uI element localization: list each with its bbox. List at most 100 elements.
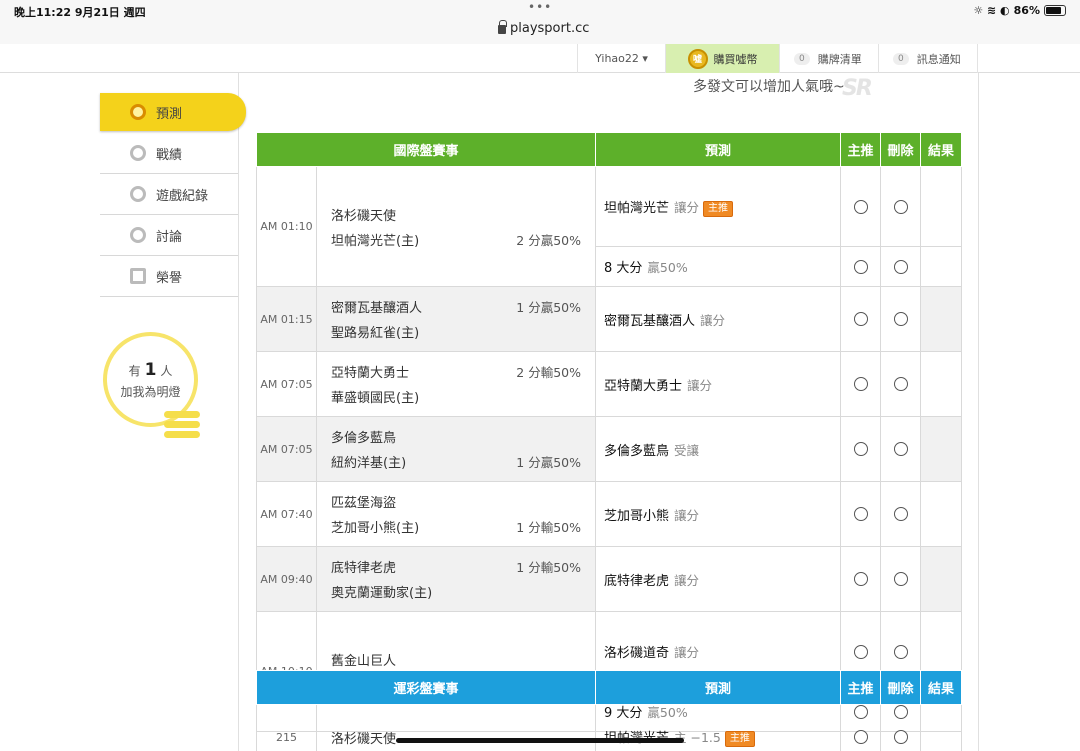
- team-line: 洛杉磯天使: [331, 725, 581, 750]
- team-name: 聖路易紅雀(主): [331, 326, 420, 341]
- messages-link[interactable]: 0 訊息通知: [878, 44, 978, 73]
- match-row: AM 07:40 匹茲堡海盜 芝加哥小熊(主) 1 分輸50% 芝加哥小熊 讓分: [256, 481, 963, 547]
- match-time: AM 01:15: [256, 286, 317, 352]
- delete-radio[interactable]: [893, 259, 908, 274]
- delete-radio[interactable]: [893, 507, 908, 521]
- prediction-cell: 芝加哥小熊 讓分: [595, 481, 842, 547]
- delete-radio[interactable]: [893, 442, 908, 456]
- main-pick-radio[interactable]: [853, 259, 868, 274]
- result-cell: [920, 546, 963, 612]
- handicap-result: 2 分輸50%: [516, 365, 582, 380]
- match-teams: 亞特蘭大勇士 2 分輸50% 華盛頓國民(主): [315, 351, 597, 417]
- main-pick-radio[interactable]: [853, 572, 868, 586]
- delete-cell: [880, 481, 922, 547]
- main-pick-radio[interactable]: [853, 507, 868, 521]
- main-pick-cell: [840, 351, 882, 417]
- match-row: 215 洛杉磯天使 坦帕灣光芒主 −1.5主推: [256, 704, 963, 751]
- delete-radio[interactable]: [893, 312, 908, 326]
- main-pick-radio[interactable]: [853, 377, 868, 391]
- team-line: 密爾瓦基釀酒人 1 分贏50%: [331, 294, 581, 319]
- star-icon: [130, 268, 146, 284]
- cart-link[interactable]: 0 購牌清單: [779, 44, 878, 73]
- handicap-result: 1 分贏50%: [516, 300, 582, 315]
- prediction-cell: 8 大分 贏50%: [595, 246, 842, 287]
- main-pick-radio[interactable]: [853, 199, 868, 214]
- prediction-pick: 芝加哥小熊: [604, 508, 670, 524]
- result-cell: [920, 481, 963, 547]
- sidebar-item-discuss[interactable]: 討論: [100, 215, 238, 256]
- team-name: 坦帕灣光芒(主): [331, 233, 420, 249]
- prediction-cell: 坦帕灣光芒主 −1.5主推: [595, 704, 842, 751]
- team-line: 洛杉磯天使: [331, 202, 581, 227]
- prediction-cell: 多倫多藍鳥 受讓: [595, 416, 842, 482]
- content-divider: [978, 73, 979, 751]
- delete-radio[interactable]: [893, 572, 908, 586]
- match-time: AM 09:40: [256, 546, 317, 612]
- delete-cell: [880, 246, 922, 287]
- delete-cell: [880, 704, 922, 751]
- team-name: 洛杉磯天使: [331, 208, 397, 224]
- result-cell: [920, 416, 963, 482]
- team-line: 聖路易紅雀(主): [331, 319, 581, 344]
- team-name: 匹茲堡海盜: [331, 496, 397, 511]
- header-delete: 刪除: [880, 132, 922, 167]
- status-bar: 晚上11:22 9月21日 週四 ••• playsport.cc ☼ ≋ ◐ …: [0, 0, 1080, 44]
- match-teams: 匹茲堡海盜芝加哥小熊(主) 1 分輸50%: [315, 481, 597, 547]
- result-cell: [920, 704, 963, 751]
- team-name: 多倫多藍鳥: [331, 431, 397, 446]
- cart-count-badge: 0: [794, 52, 810, 65]
- prediction-cell: 坦帕灣光芒 讓分 主推: [595, 166, 842, 247]
- sidebar-item-label: 遊戲紀錄: [156, 188, 209, 204]
- sidebar-item-record[interactable]: 戰績: [100, 133, 238, 174]
- main-pick-radio[interactable]: [853, 442, 868, 456]
- chat-icon: [130, 227, 146, 243]
- result-cell: [920, 351, 963, 417]
- delete-radio[interactable]: [893, 644, 908, 659]
- sidebar-divider: [238, 73, 239, 751]
- sidebar-item-honor[interactable]: 榮譽: [100, 256, 238, 297]
- buy-coins-button[interactable]: 噓 購買噓幣: [665, 44, 779, 73]
- prediction-type: 讓分: [687, 377, 713, 393]
- delete-cell: [880, 166, 922, 247]
- buy-coins-label: 購買噓幣: [713, 52, 758, 66]
- team-line: 底特律老虎 1 分輸50%: [331, 554, 581, 579]
- header-delete: 刪除: [880, 670, 922, 705]
- bulb-prefix: 有: [128, 364, 141, 378]
- main-pick-radio[interactable]: [853, 730, 868, 744]
- sidebar-item-label: 榮譽: [156, 270, 183, 286]
- sidebar-item-history[interactable]: 遊戲紀錄: [100, 174, 238, 215]
- cart-label: 購牌清單: [817, 52, 862, 66]
- prediction-pick: 底特律老虎: [604, 573, 670, 589]
- handicap-result: 2 分贏50%: [516, 232, 582, 248]
- main-pick-radio[interactable]: [853, 312, 868, 326]
- main-pick-radio[interactable]: [853, 644, 868, 659]
- battery-icon: [1044, 5, 1066, 16]
- match-teams: 密爾瓦基釀酒人 1 分贏50% 聖路易紅雀(主): [315, 286, 597, 352]
- delete-radio[interactable]: [893, 730, 908, 744]
- header-predict: 預測: [595, 670, 842, 705]
- match-row: AM 01:15 密爾瓦基釀酒人 1 分贏50% 聖路易紅雀(主) 密爾瓦基釀酒人 讓分: [256, 286, 963, 352]
- wifi-icon: ☼ ≋ ◐: [973, 4, 1010, 17]
- logo-watermark: SR: [842, 76, 873, 101]
- match-time: AM 07:05: [256, 351, 317, 417]
- prediction-pick: 亞特蘭大勇士: [604, 378, 683, 394]
- delete-radio[interactable]: [893, 199, 908, 214]
- url-bar[interactable]: playsport.cc: [498, 20, 590, 36]
- result-cell: [920, 246, 963, 287]
- team-line: 奧克蘭運動家(主): [331, 579, 581, 604]
- target-icon: [130, 104, 146, 120]
- multitask-dots[interactable]: •••: [528, 0, 552, 14]
- sidebar-item-predict[interactable]: 預測: [100, 93, 246, 131]
- prediction-type: 讓分: [674, 645, 700, 660]
- prediction-type: 讓分: [674, 572, 700, 588]
- home-indicator[interactable]: [396, 738, 684, 743]
- url-text: playsport.cc: [510, 21, 590, 36]
- header-event: 國際盤賽事: [255, 132, 597, 167]
- status-time: 晚上11:22 9月21日 週四: [14, 6, 146, 19]
- team-line: 芝加哥小熊(主) 1 分輸50%: [331, 514, 581, 539]
- bulb-caption: 加我為明燈: [120, 385, 181, 399]
- user-menu[interactable]: Yihao22 ▾: [577, 44, 665, 73]
- delete-radio[interactable]: [893, 377, 908, 391]
- circle-icon: [130, 186, 146, 202]
- prediction-pick: 洛杉磯道奇: [604, 646, 670, 661]
